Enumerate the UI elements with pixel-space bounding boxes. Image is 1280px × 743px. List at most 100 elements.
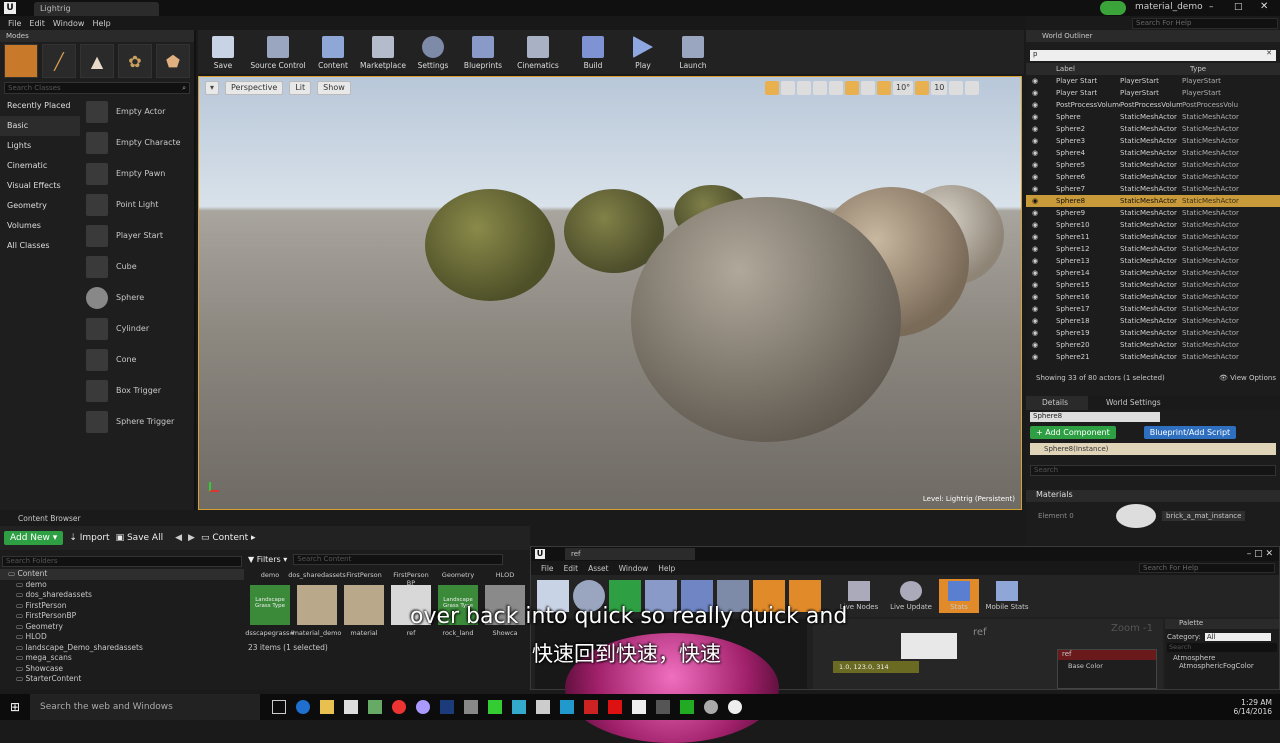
- materials-section[interactable]: Materials: [1026, 490, 1280, 502]
- visibility-eye-icon[interactable]: ◉: [1026, 269, 1056, 277]
- menu-edit[interactable]: Edit: [29, 19, 45, 28]
- app-icon[interactable]: [512, 700, 526, 714]
- visibility-eye-icon[interactable]: ◉: [1026, 317, 1056, 325]
- palette-search-input[interactable]: Search: [1167, 643, 1277, 652]
- launch-button[interactable]: Launch: [668, 30, 718, 74]
- category-all-classes[interactable]: All Classes: [0, 236, 80, 256]
- app-icon[interactable]: [488, 700, 502, 714]
- settings-button[interactable]: Settings: [408, 30, 458, 74]
- forward-button[interactable]: ▶: [188, 533, 195, 543]
- source-control-button[interactable]: Source Control: [248, 30, 308, 74]
- place-item-cube[interactable]: Cube: [86, 251, 192, 282]
- view-options-button[interactable]: 👁 View Options: [1219, 374, 1276, 382]
- result-node[interactable]: ref Base Color: [1057, 649, 1157, 689]
- content-button[interactable]: Content: [308, 30, 358, 74]
- place-mode-icon[interactable]: [4, 44, 38, 78]
- place-item-cylinder[interactable]: Cylinder: [86, 313, 192, 344]
- viewport-menu-button[interactable]: ▾: [205, 81, 219, 95]
- add-component-button[interactable]: + Add Component: [1030, 426, 1116, 439]
- build-button[interactable]: Build: [568, 30, 618, 74]
- camera-speed-icon[interactable]: [949, 81, 964, 95]
- back-button[interactable]: ◀: [175, 533, 182, 543]
- folder-item[interactable]: ▭ HLOD: [0, 632, 244, 643]
- app-icon[interactable]: [704, 700, 718, 714]
- play-button[interactable]: Play: [618, 30, 668, 74]
- app-icon[interactable]: [368, 700, 382, 714]
- path-breadcrumb[interactable]: ▭ Content ▸: [201, 533, 256, 543]
- visibility-eye-icon[interactable]: ◉: [1026, 113, 1056, 121]
- place-item-empty-pawn[interactable]: Empty Pawn: [86, 158, 192, 189]
- mat-menu-edit[interactable]: Edit: [564, 564, 579, 573]
- category-cinematic[interactable]: Cinematic: [0, 156, 80, 176]
- texture-node-preview[interactable]: [901, 633, 957, 659]
- constant-node[interactable]: 1.0, 123.0, 314: [833, 661, 919, 673]
- outliner-row[interactable]: ◉ Sphere17 StaticMeshActor StaticMeshActor: [1026, 303, 1280, 315]
- base-color-pin[interactable]: Base Color: [1058, 662, 1156, 670]
- search-folders-input[interactable]: Search Folders: [2, 556, 242, 567]
- outliner-row[interactable]: ◉ Sphere5 StaticMeshActor StaticMeshActor: [1026, 159, 1280, 171]
- outliner-tab[interactable]: World Outliner: [1026, 30, 1280, 42]
- visibility-eye-icon[interactable]: ◉: [1026, 161, 1056, 169]
- store-icon[interactable]: [344, 700, 358, 714]
- outliner-row[interactable]: ◉ Sphere7 StaticMeshActor StaticMeshActor: [1026, 183, 1280, 195]
- windows-start-icon[interactable]: ⊞: [0, 700, 30, 714]
- minimize-button[interactable]: –: [1209, 2, 1214, 12]
- place-item-cone[interactable]: Cone: [86, 344, 192, 375]
- menu-window[interactable]: Window: [53, 19, 85, 28]
- save-all-button[interactable]: ▣ Save All: [116, 533, 164, 543]
- rotation-snap-value[interactable]: 10°: [893, 81, 914, 95]
- outliner-row[interactable]: ◉ Sphere10 StaticMeshActor StaticMeshActor: [1026, 219, 1280, 231]
- outliner-row[interactable]: ◉ Sphere18 StaticMeshActor StaticMeshActor: [1026, 315, 1280, 327]
- place-item-empty-actor[interactable]: Empty Actor: [86, 96, 192, 127]
- rotate-icon[interactable]: [781, 81, 795, 95]
- place-item-box-trigger[interactable]: Box Trigger: [86, 375, 192, 406]
- mat-menu-help[interactable]: Help: [658, 564, 675, 573]
- visibility-eye-icon[interactable]: ◉: [1026, 305, 1056, 313]
- outliner-row[interactable]: ◉ Sphere3 StaticMeshActor StaticMeshActor: [1026, 135, 1280, 147]
- app-icon[interactable]: [560, 700, 574, 714]
- material-tab[interactable]: ref: [565, 548, 695, 560]
- outliner-row[interactable]: ◉ Sphere4 StaticMeshActor StaticMeshActor: [1026, 147, 1280, 159]
- category-geometry[interactable]: Geometry: [0, 196, 80, 216]
- cinematics-button[interactable]: Cinematics: [508, 30, 568, 74]
- visibility-eye-icon[interactable]: ◉: [1026, 245, 1056, 253]
- foliage-mode-icon[interactable]: ✿: [118, 44, 152, 78]
- visibility-eye-icon[interactable]: ◉: [1026, 149, 1056, 157]
- visibility-eye-icon[interactable]: ◉: [1026, 257, 1056, 265]
- geometry-mode-icon[interactable]: ⬟: [156, 44, 190, 78]
- show-button[interactable]: Show: [317, 81, 351, 95]
- outliner-row[interactable]: ◉ Sphere2 StaticMeshActor StaticMeshActor: [1026, 123, 1280, 135]
- visibility-eye-icon[interactable]: ◉: [1026, 173, 1056, 181]
- world-icon[interactable]: [813, 81, 827, 95]
- acrobat-icon[interactable]: [584, 700, 598, 714]
- app-icon[interactable]: [464, 700, 478, 714]
- moss-sphere[interactable]: [425, 189, 555, 301]
- place-item-empty-character[interactable]: Empty Characte: [86, 127, 192, 158]
- folder-item[interactable]: ▭ FirstPerson: [0, 601, 244, 612]
- explorer-icon[interactable]: [320, 700, 334, 714]
- outliner-row[interactable]: ◉ Sphere21 StaticMeshActor StaticMeshActor: [1026, 351, 1280, 363]
- outliner-row[interactable]: ◉ Player Start PlayerStart PlayerStart: [1026, 87, 1280, 99]
- chrome-icon[interactable]: [392, 700, 406, 714]
- folder-item[interactable]: ▭ mega_scans: [0, 653, 244, 664]
- place-item-sphere-trigger[interactable]: Sphere Trigger: [86, 406, 192, 437]
- photoshop-icon[interactable]: [440, 700, 454, 714]
- content-browser-tab[interactable]: Content Browser: [0, 512, 530, 526]
- maximize-button[interactable]: □: [1234, 2, 1243, 12]
- folder-item[interactable]: ▭ FirstPersonBP: [0, 611, 244, 622]
- visibility-eye-icon[interactable]: ◉: [1026, 329, 1056, 337]
- close-button[interactable]: ✕: [1260, 1, 1268, 12]
- modes-tab[interactable]: Modes: [0, 30, 194, 42]
- visibility-eye-icon[interactable]: ◉: [1026, 341, 1056, 349]
- maximize-viewport-icon[interactable]: [965, 81, 980, 95]
- landscape-mode-icon[interactable]: ▲: [80, 44, 114, 78]
- actor-name-field[interactable]: Sphere8: [1030, 412, 1160, 422]
- tab-world-settings[interactable]: World Settings: [1088, 396, 1161, 410]
- blueprint-add-script-button[interactable]: Blueprint/Add Script: [1143, 426, 1237, 439]
- place-item-player-start[interactable]: Player Start: [86, 220, 192, 251]
- marketplace-button[interactable]: Marketplace: [358, 30, 408, 74]
- material-thumbnail[interactable]: [1116, 504, 1156, 528]
- outliner-row[interactable]: ◉ Sphere14 StaticMeshActor StaticMeshActor: [1026, 267, 1280, 279]
- outliner-row[interactable]: ◉ Sphere6 StaticMeshActor StaticMeshActor: [1026, 171, 1280, 183]
- live-update-button[interactable]: Live Update: [887, 581, 935, 611]
